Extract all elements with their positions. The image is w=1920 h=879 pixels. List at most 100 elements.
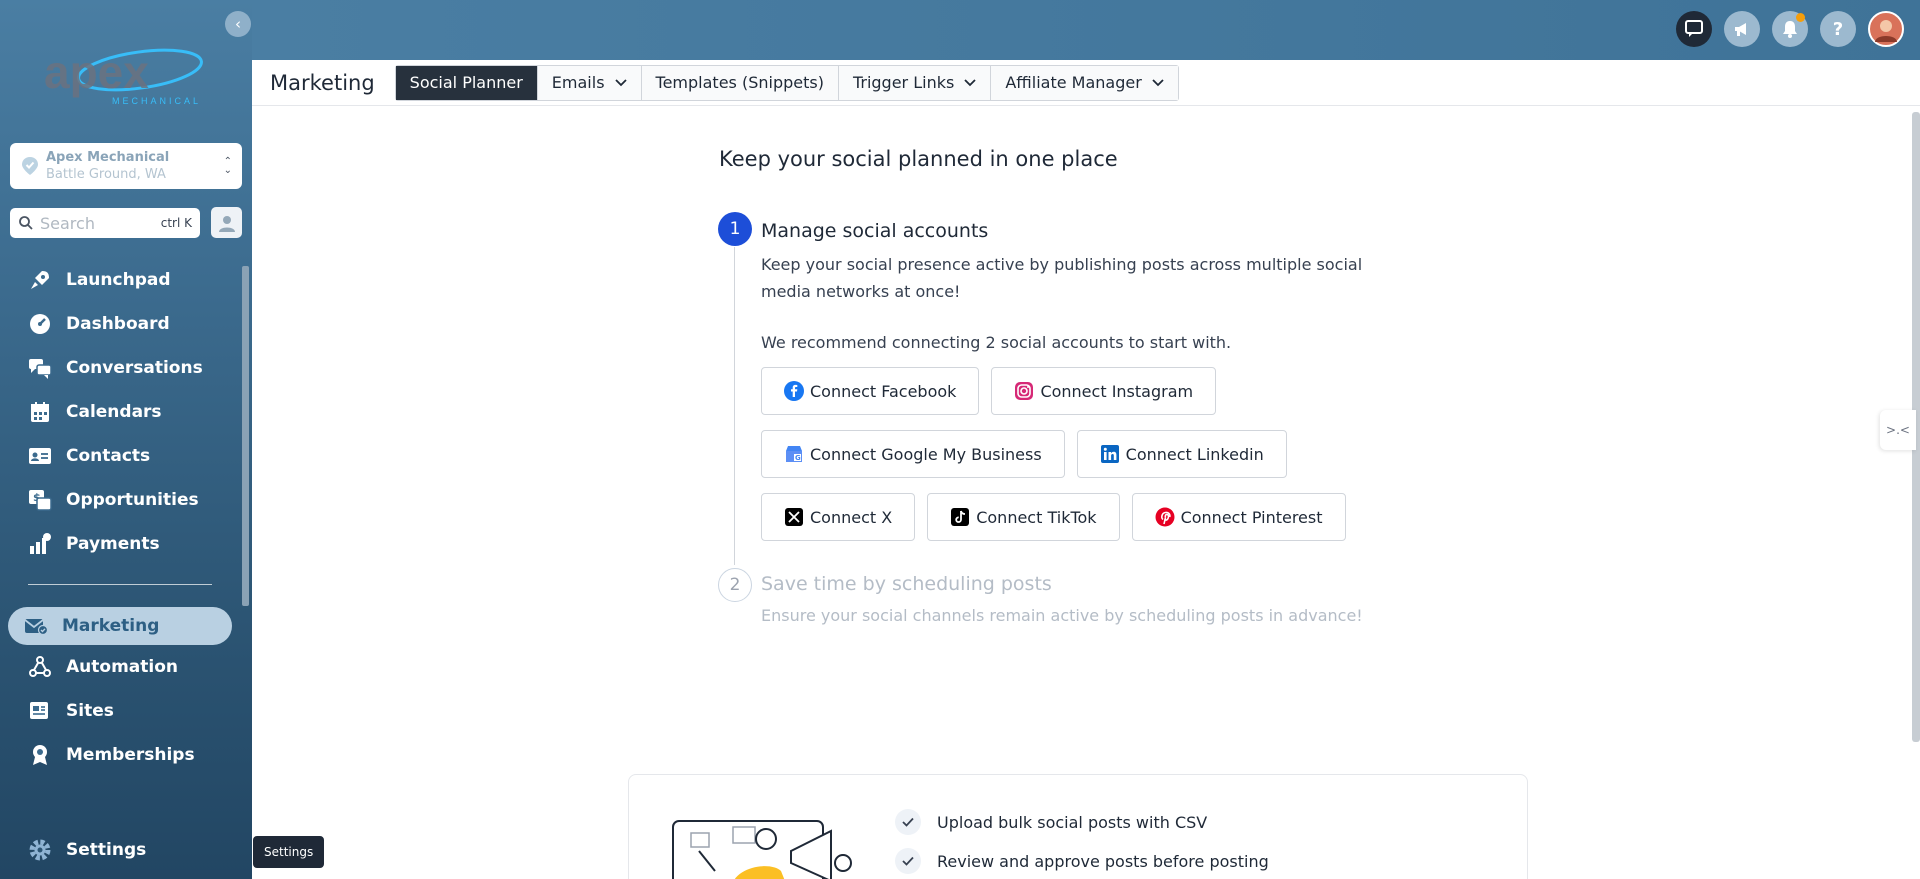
- connect-linkedin-button[interactable]: Connect Linkedin: [1076, 430, 1287, 478]
- help-button[interactable]: ?: [1820, 11, 1856, 47]
- connect-google-my-business-button[interactable]: G Connect Google My Business: [761, 430, 1065, 478]
- module-title: Marketing: [270, 70, 375, 95]
- instagram-icon: [1015, 382, 1034, 400]
- sidebar-search[interactable]: Search ctrl K: [10, 208, 200, 238]
- sidebar-item-sites[interactable]: Sites: [0, 689, 240, 733]
- location-name: Apex Mechanical: [46, 150, 170, 165]
- contact-card-icon: [29, 448, 51, 464]
- page-heading: Keep your social planned in one place: [719, 147, 1118, 171]
- sidebar-item-calendars[interactable]: Calendars: [0, 390, 240, 434]
- checkmark-icon: [895, 809, 921, 835]
- tab-affiliate-manager[interactable]: Affiliate Manager: [991, 65, 1178, 100]
- user-icon: [218, 215, 235, 232]
- sidebar-item-payments[interactable]: Payments: [0, 522, 240, 566]
- connect-facebook-button[interactable]: Connect Facebook: [761, 367, 980, 415]
- notification-badge: [1796, 13, 1805, 22]
- chat-icon: [1685, 20, 1703, 37]
- calendar-icon: [31, 402, 49, 422]
- connect-instagram-button[interactable]: Connect Instagram: [991, 367, 1217, 415]
- gear-icon: [29, 839, 51, 861]
- code-brackets-icon: >.<: [1886, 423, 1910, 437]
- tab-templates-snippets[interactable]: Templates (Snippets): [641, 65, 839, 100]
- sidebar-scroll-thumb[interactable]: [242, 266, 249, 606]
- sidebar-item-contacts[interactable]: Contacts: [0, 434, 240, 478]
- network-name: Facebook: [881, 381, 957, 401]
- location-switcher[interactable]: Apex Mechanical Battle Ground, WA ⌃ ⌄: [10, 143, 242, 189]
- side-panel-toggle[interactable]: >.<: [1880, 410, 1916, 450]
- sidebar-item-settings[interactable]: Settings: [28, 838, 146, 862]
- chevron-left-icon: ‹: [235, 15, 241, 33]
- connect-prefix: Connect: [810, 381, 877, 401]
- connect-tiktok-button[interactable]: Connect TikTok: [927, 493, 1120, 541]
- chevron-down-icon: [1152, 78, 1164, 86]
- tab-trigger-links[interactable]: Trigger Links: [838, 65, 992, 100]
- sidebar-item-marketing[interactable]: Marketing: [8, 607, 232, 645]
- svg-text:MECHANICAL: MECHANICAL: [112, 96, 201, 106]
- sidebar-item-launchpad[interactable]: Launchpad: [0, 258, 240, 302]
- sidebar-item-label: Sites: [66, 701, 114, 721]
- sidebar-item-label: Memberships: [66, 745, 195, 765]
- sidebar-item-conversations[interactable]: Conversations: [0, 346, 240, 390]
- connect-prefix: Connect: [976, 507, 1043, 527]
- settings-label: Settings: [66, 840, 147, 860]
- company-logo: apex MECHANICAL: [44, 46, 203, 106]
- sidebar-item-label: Automation: [66, 657, 178, 677]
- collapse-sidebar-button[interactable]: ‹: [225, 11, 251, 37]
- network-name: Linkedin: [1196, 444, 1264, 464]
- features-card: Upload bulk social posts with CSV Review…: [628, 774, 1528, 879]
- step-connector-line: [734, 247, 735, 565]
- avatar-image: [1871, 14, 1901, 44]
- connect-x-button[interactable]: Connect X: [761, 493, 916, 541]
- opportunity-icon: $: [29, 490, 52, 511]
- chat-bubbles-icon: [29, 359, 52, 379]
- sidebar-item-label: Launchpad: [66, 270, 171, 290]
- network-name: TikTok: [1047, 507, 1097, 527]
- step-1-title: Manage social accounts: [761, 220, 989, 242]
- tab-label: Templates (Snippets): [655, 73, 824, 92]
- chevron-down-icon: [964, 78, 976, 86]
- feature-text: Upload bulk social posts with CSV: [937, 812, 1208, 832]
- step-2-title: Save time by scheduling posts: [761, 573, 1052, 595]
- feature-item: Upload bulk social posts with CSV: [895, 809, 1207, 835]
- automation-icon: [29, 656, 51, 677]
- search-icon: [19, 216, 33, 230]
- sidebar: ‹ apex MECHANICAL Apex Mechanical Battle…: [0, 0, 252, 879]
- checkmark-icon: [895, 848, 921, 874]
- location-city: Battle Ground, WA: [46, 167, 166, 182]
- location-pin-icon: [22, 157, 38, 175]
- sidebar-item-label: Payments: [66, 534, 160, 554]
- module-tab-bar: Marketing Social Planner Emails Template…: [252, 60, 1920, 106]
- sidebar-item-label: Conversations: [66, 358, 203, 378]
- top-bar: ?: [252, 0, 1920, 60]
- sidebar-item-opportunities[interactable]: $ Opportunities: [0, 478, 240, 522]
- connect-prefix: Connect: [810, 507, 877, 527]
- connect-pinterest-button[interactable]: Connect Pinterest: [1131, 493, 1346, 541]
- sidebar-scrollbar[interactable]: [240, 254, 249, 766]
- sidebar-item-memberships[interactable]: Memberships: [0, 733, 240, 777]
- notifications-button[interactable]: [1772, 11, 1808, 47]
- rocket-icon: [31, 271, 49, 289]
- marketing-mail-icon: [24, 619, 48, 636]
- tab-social-planner[interactable]: Social Planner: [395, 65, 538, 100]
- tab-label: Social Planner: [409, 73, 523, 92]
- search-shortcut: ctrl K: [160, 216, 192, 230]
- sidebar-item-automation[interactable]: Automation: [0, 645, 240, 689]
- sidebar-item-dashboard[interactable]: Dashboard: [0, 302, 240, 346]
- linkedin-icon: [1100, 445, 1119, 463]
- chat-widget-button[interactable]: [1676, 11, 1712, 47]
- sidebar-item-label: Contacts: [66, 446, 151, 466]
- network-name: Pinterest: [1251, 507, 1323, 527]
- announcements-button[interactable]: [1724, 11, 1760, 47]
- gauge-icon: [30, 314, 50, 334]
- user-profile-button[interactable]: [211, 207, 242, 238]
- user-avatar[interactable]: [1868, 11, 1904, 47]
- feature-text: Review and approve posts before posting: [937, 851, 1269, 871]
- connect-prefix: Connect: [810, 444, 877, 464]
- network-name: X: [881, 507, 893, 527]
- network-name: Google My Business: [881, 444, 1042, 464]
- chevron-down-icon: [614, 78, 627, 86]
- payments-icon: [30, 533, 51, 554]
- connect-prefix: Connect: [1125, 444, 1192, 464]
- tab-emails[interactable]: Emails: [537, 65, 642, 100]
- membership-badge-icon: [33, 745, 47, 765]
